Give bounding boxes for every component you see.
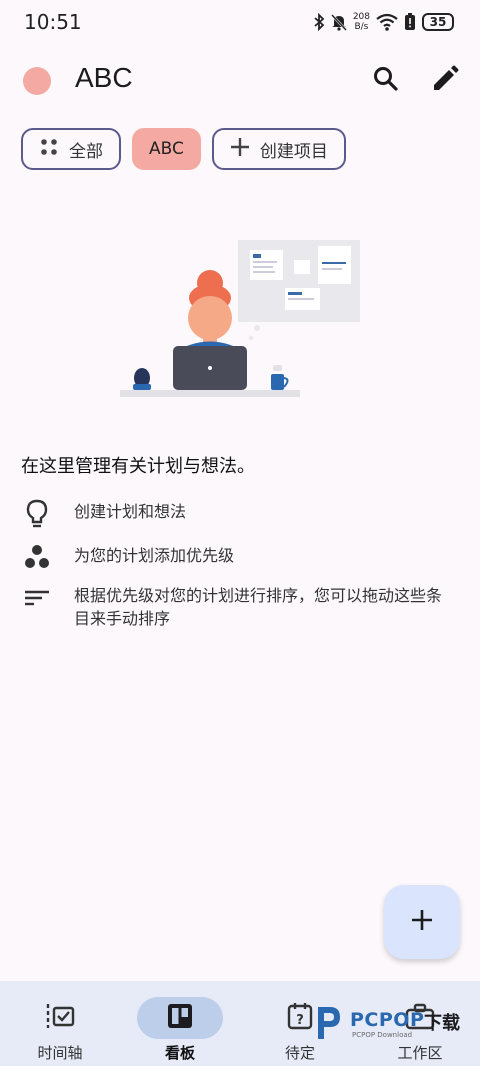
feature-text: 创建计划和想法 (74, 502, 187, 521)
page-title: ABC (75, 62, 133, 93)
create-project-label: 创建项目 (259, 141, 328, 162)
add-item-fab[interactable] (384, 885, 460, 959)
feature-item-create: 创建计划和想法 (21, 499, 454, 528)
chip-project-label: ABC (149, 139, 184, 159)
grid-dots-icon (39, 137, 59, 162)
app-header: ABC (0, 58, 480, 104)
status-bar: 10:51 208 B/s 35 (0, 0, 480, 44)
wifi-icon (376, 13, 398, 31)
battery-icon: 35 (422, 13, 454, 31)
edit-button[interactable] (430, 65, 460, 97)
status-icons: 208 B/s 35 (313, 11, 454, 33)
chip-all[interactable]: 全部 (21, 128, 121, 170)
nav-item-board[interactable]: 看板 (120, 981, 240, 1066)
project-filter-chips: 全部 ABC 创建项目 (21, 128, 346, 170)
nav-item-timeline[interactable]: 时间轴 (0, 981, 120, 1066)
pending-icon: ? (286, 1002, 314, 1034)
net-speed-value: 208 (352, 12, 370, 22)
feature-text: 根据优先级对您的计划进行排序，您可以拖动这些条目来手动排序 (74, 586, 443, 628)
net-speed-unit: B/s (354, 22, 369, 32)
chip-project-abc[interactable]: ABC (132, 128, 201, 170)
plus-icon (230, 137, 250, 162)
search-icon (373, 66, 399, 96)
edit-icon (431, 65, 459, 97)
nav-label: 待定 (284, 1044, 315, 1062)
nav-label: 时间轴 (37, 1044, 83, 1062)
priority-dots-icon (21, 544, 55, 572)
search-button[interactable] (371, 66, 401, 96)
bell-muted-icon (330, 13, 347, 31)
feature-item-sort: 根据优先级对您的计划进行排序，您可以拖动这些条目来手动排序 (21, 584, 454, 630)
sort-lines-icon (21, 584, 55, 612)
nav-icon-container (17, 997, 103, 1039)
plus-icon (411, 909, 433, 935)
svg-text:?: ? (296, 1013, 304, 1028)
lightbulb-icon (21, 499, 55, 528)
board-icon (167, 1003, 193, 1033)
battery-saver-icon (404, 13, 416, 31)
feature-text: 为您的计划添加优先级 (74, 546, 235, 565)
nav-icon-container (137, 997, 223, 1039)
timeline-icon (44, 1002, 76, 1034)
nav-label: 工作区 (397, 1044, 443, 1062)
watermark-brand: PCPOP (350, 1009, 425, 1031)
pcpop-watermark: PCPOP 下载 PCPOP Download (312, 1003, 472, 1043)
nav-label: 看板 (164, 1044, 195, 1062)
chip-all-label: 全部 (69, 141, 103, 162)
create-project-chip[interactable]: 创建项目 (211, 128, 346, 170)
watermark-suffix: 下载 (424, 1013, 460, 1034)
feature-item-priority: 为您的计划添加优先级 (21, 544, 454, 572)
project-color-dot (23, 67, 51, 95)
empty-state-illustration (115, 238, 365, 403)
net-speed: 208 B/s (353, 12, 370, 32)
empty-state-intro: 在这里管理有关计划与想法。 (21, 456, 255, 477)
watermark-sub: PCPOP Download (352, 1031, 413, 1039)
bluetooth-icon (313, 13, 325, 31)
status-time: 10:51 (24, 10, 82, 34)
